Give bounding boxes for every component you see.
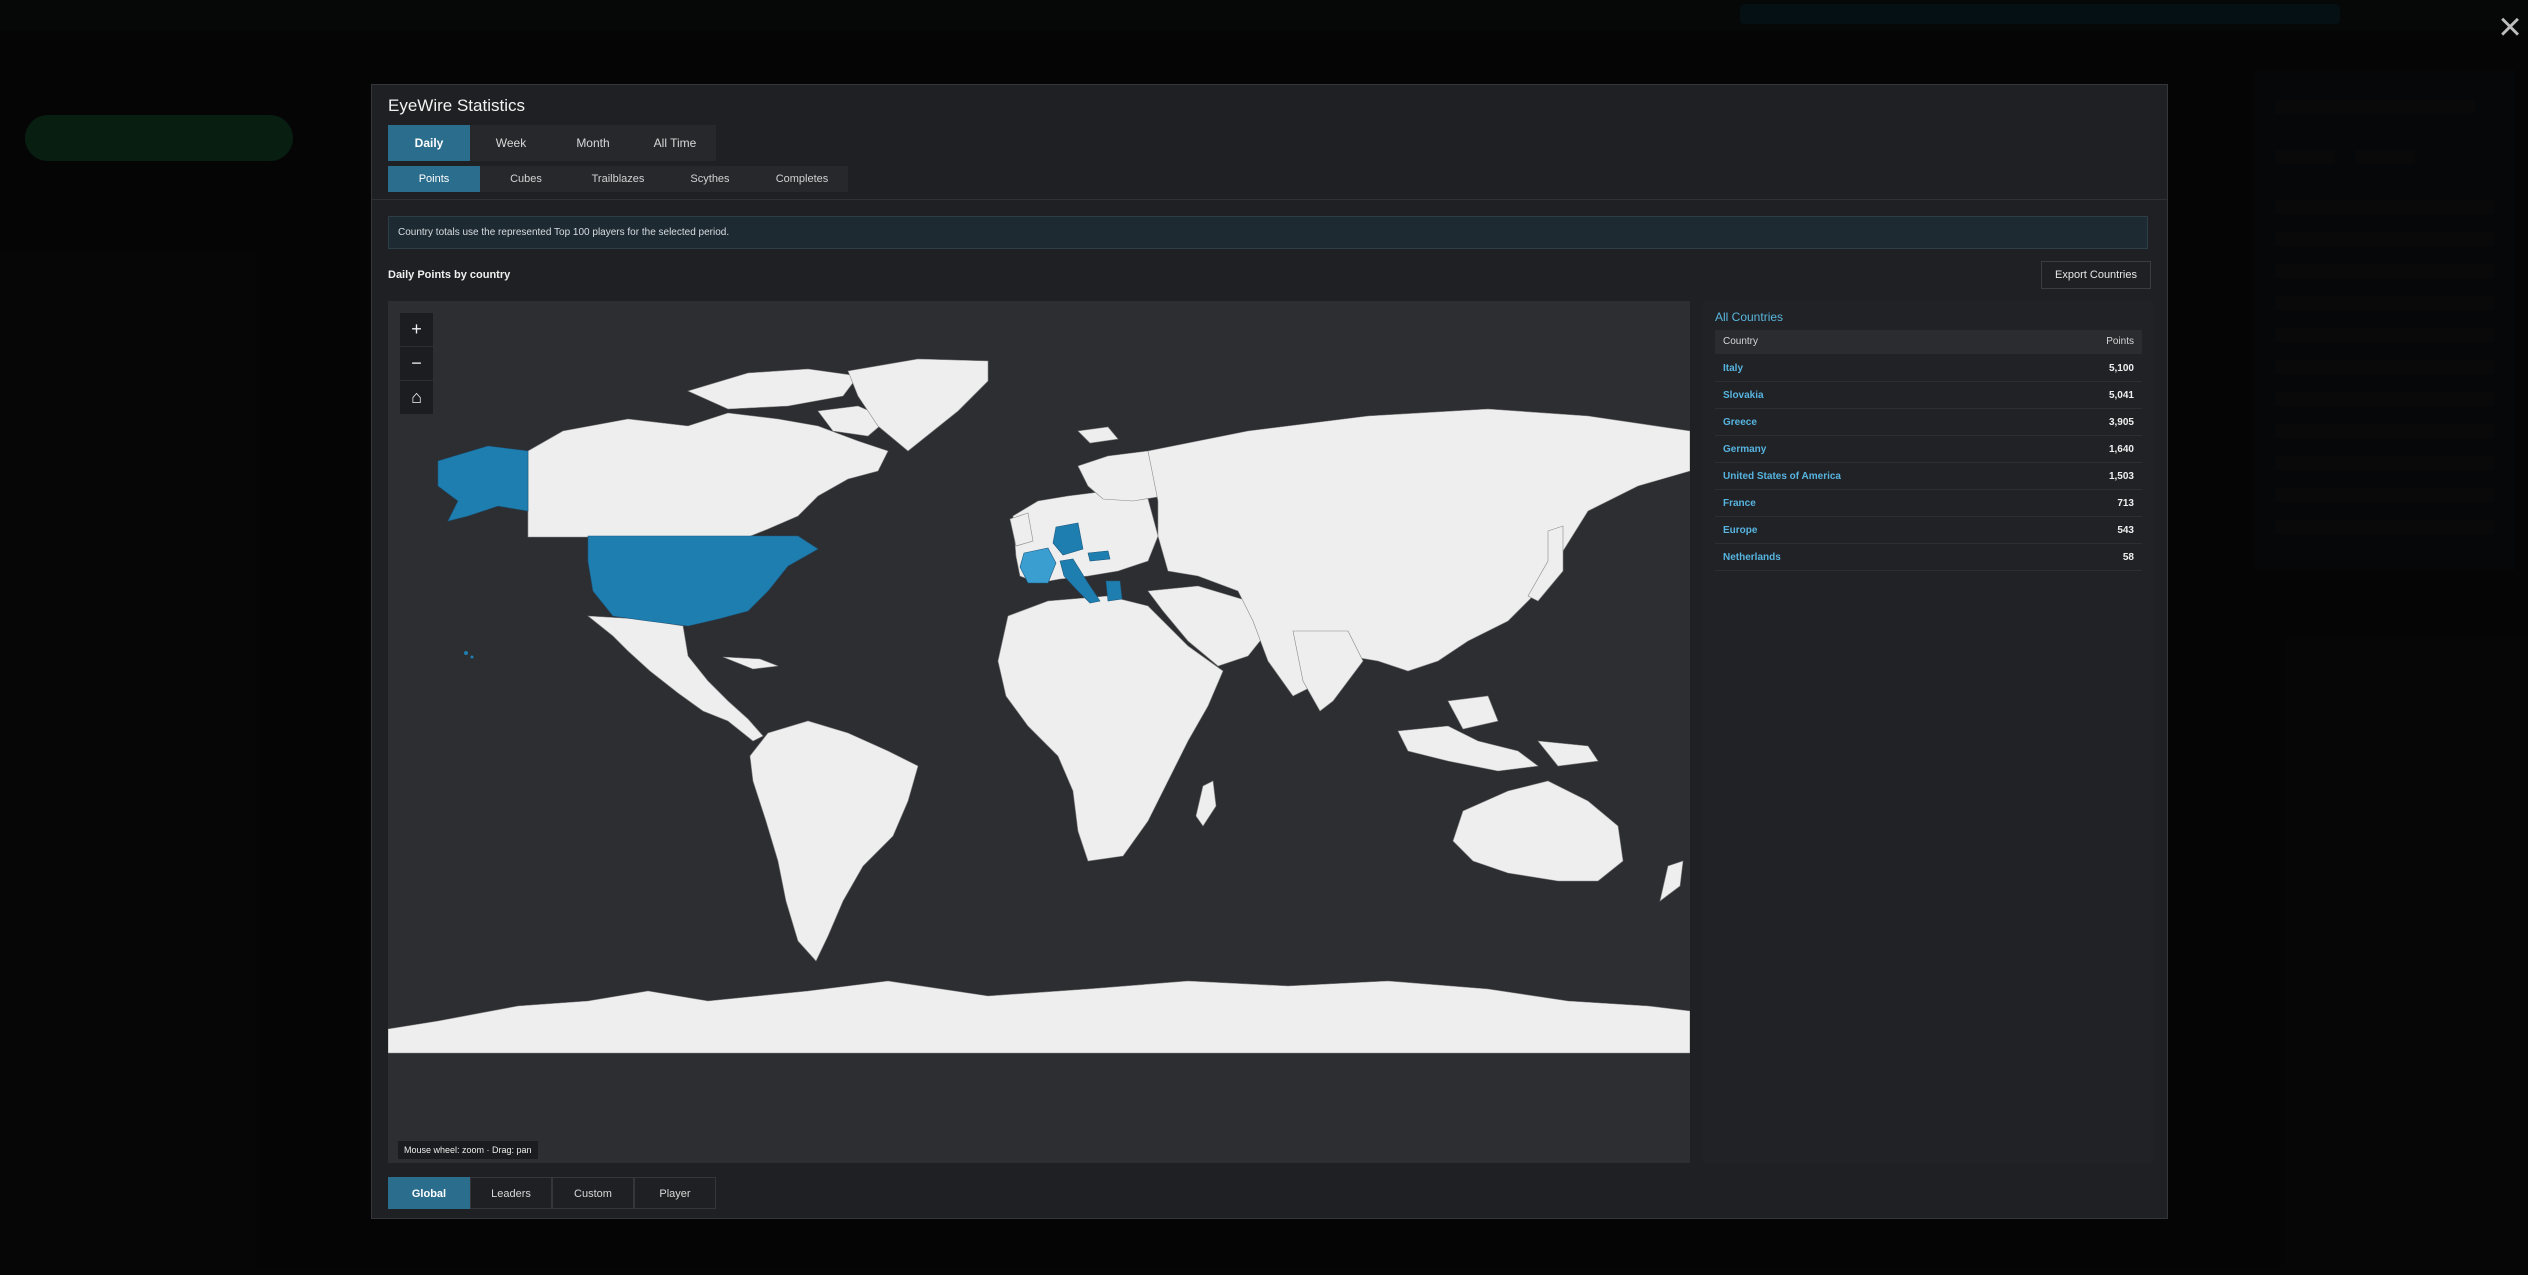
- country-name[interactable]: Italy: [1723, 363, 1743, 374]
- country-name[interactable]: Europe: [1723, 525, 1757, 536]
- tab-all-time[interactable]: All Time: [634, 125, 716, 161]
- modal-title: EyeWire Statistics: [388, 96, 525, 115]
- table-row[interactable]: Greece 3,905: [1715, 409, 2142, 436]
- country-alaska: [437, 445, 529, 522]
- statistics-modal: EyeWire Statistics Daily Week Month All …: [371, 84, 2168, 1219]
- table-row[interactable]: Slovakia 5,041: [1715, 382, 2142, 409]
- landmass-new-guinea: [1537, 740, 1599, 767]
- tab-month[interactable]: Month: [552, 125, 634, 161]
- map-zoom-controls: + − ⌂: [400, 313, 433, 415]
- landmass-india: [1292, 630, 1364, 712]
- landmass-new-zealand: [1659, 860, 1684, 902]
- tab-cubes[interactable]: Cubes: [480, 166, 572, 192]
- country-name[interactable]: Slovakia: [1723, 390, 1764, 401]
- country-slovakia: [1087, 550, 1111, 562]
- tab-daily[interactable]: Daily: [388, 125, 470, 161]
- home-icon[interactable]: ⌂: [400, 381, 433, 415]
- table-row[interactable]: France 713: [1715, 490, 2142, 517]
- section-title: Daily Points by country: [388, 269, 511, 281]
- table-row[interactable]: Italy 5,100: [1715, 355, 2142, 382]
- landmass-madagascar: [1195, 780, 1217, 827]
- country-points: 3,905: [2108, 417, 2134, 428]
- tab-global[interactable]: Global: [388, 1177, 470, 1209]
- landmass-indonesia: [1397, 725, 1539, 772]
- country-usa: [587, 535, 819, 627]
- country-name[interactable]: Netherlands: [1723, 552, 1781, 563]
- table-row[interactable]: Europe 543: [1715, 517, 2142, 544]
- country-points: 543: [2117, 525, 2134, 536]
- country-name[interactable]: France: [1723, 498, 1756, 509]
- tab-scythes[interactable]: Scythes: [664, 166, 756, 192]
- landmass-mexico: [587, 615, 764, 742]
- all-countries-link[interactable]: All Countries: [1715, 310, 1783, 324]
- country-points: 5,100: [2108, 363, 2134, 374]
- map-hint: Mouse wheel: zoom · Drag: pan: [398, 1141, 538, 1159]
- country-points: 5,041: [2108, 390, 2134, 401]
- export-countries-button[interactable]: Export Countries: [2041, 261, 2151, 289]
- column-country[interactable]: Country: [1723, 336, 1758, 347]
- notice-banner: Country totals use the represented Top 1…: [388, 216, 2148, 249]
- column-points[interactable]: Points: [2106, 336, 2134, 347]
- country-greece: [1105, 580, 1123, 602]
- landmass-canada: [527, 412, 889, 540]
- country-points: 58: [2122, 552, 2134, 563]
- tab-points[interactable]: Points: [388, 166, 480, 192]
- zoom-in-button[interactable]: +: [400, 313, 433, 347]
- period-tabs: Daily Week Month All Time: [388, 125, 716, 161]
- landmass-cuba: [722, 656, 779, 670]
- tab-player[interactable]: Player: [634, 1177, 716, 1209]
- country-points: 1,640: [2108, 444, 2134, 455]
- landmass-iceland: [1077, 426, 1119, 444]
- bottom-tabs: Global Leaders Custom Player: [388, 1177, 716, 1209]
- landmass-borneo: [1447, 695, 1499, 730]
- country-name[interactable]: Greece: [1723, 417, 1757, 428]
- tab-completes[interactable]: Completes: [756, 166, 848, 192]
- world-map-canvas[interactable]: [388, 301, 1690, 1163]
- world-map[interactable]: + − ⌂ Mouse wheel: zoom · Drag: pan: [388, 301, 1690, 1163]
- table-row[interactable]: United States of America 1,503: [1715, 463, 2142, 490]
- country-points: 713: [2117, 498, 2134, 509]
- divider: [372, 199, 2167, 200]
- landmass-australia: [1452, 780, 1624, 882]
- tab-custom[interactable]: Custom: [552, 1177, 634, 1209]
- table-row[interactable]: Netherlands 58: [1715, 544, 2142, 571]
- metric-tabs: Points Cubes Trailblazes Scythes Complet…: [388, 166, 848, 192]
- tab-week[interactable]: Week: [470, 125, 552, 161]
- tab-leaders[interactable]: Leaders: [470, 1177, 552, 1209]
- countries-table-panel: All Countries Country Points Italy 5,100…: [1703, 301, 2153, 1163]
- country-points: 1,503: [2108, 471, 2134, 482]
- landmass-arctic-islands: [687, 368, 859, 410]
- close-icon[interactable]: ×: [2493, 7, 2527, 47]
- landmass-south-america: [749, 720, 919, 962]
- country-name[interactable]: United States of America: [1723, 471, 1841, 482]
- landmass-greenland: [847, 358, 989, 452]
- country-name[interactable]: Germany: [1723, 444, 1766, 455]
- country-hawaii: [464, 651, 468, 655]
- table-row[interactable]: Germany 1,640: [1715, 436, 2142, 463]
- zoom-out-button[interactable]: −: [400, 347, 433, 381]
- table-header: Country Points: [1715, 330, 2142, 354]
- landmass-antarctica: [388, 980, 1690, 1054]
- tab-trailblazes[interactable]: Trailblazes: [572, 166, 664, 192]
